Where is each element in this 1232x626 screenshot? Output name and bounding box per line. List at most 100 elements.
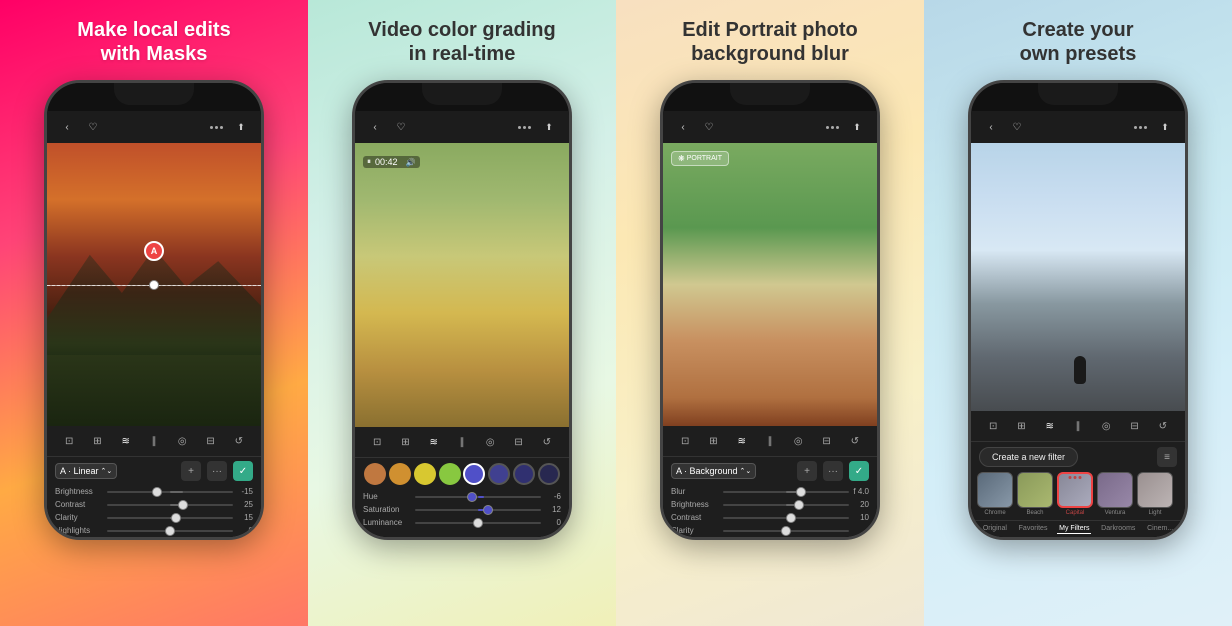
heart-icon-2[interactable]: ♡ — [393, 119, 409, 135]
confirm-btn[interactable]: ✓ — [233, 461, 253, 481]
tab-darkrooms[interactable]: Darkrooms — [1099, 524, 1137, 534]
history-icon-2[interactable]: ↺ — [538, 433, 556, 451]
mask-dot[interactable] — [149, 280, 159, 290]
preset-select[interactable]: A · Linear ⌃⌄ — [55, 463, 117, 479]
edit-icons-row: ⊡ ⊞ ≋ ∥ ◎ ⊟ ↺ — [47, 426, 261, 457]
color-dot-2[interactable] — [389, 463, 411, 485]
tab-cinema[interactable]: Cinem... — [1145, 524, 1175, 534]
luminance-label: Luminance — [363, 518, 411, 527]
create-filter-btn[interactable]: Create a new filter — [979, 447, 1078, 467]
expand-icon[interactable]: ⊞ — [88, 432, 106, 450]
confirm-btn-3[interactable]: ✓ — [849, 461, 869, 481]
color-dot-4[interactable] — [439, 463, 461, 485]
color-dot-6[interactable] — [488, 463, 510, 485]
share-icon-2[interactable]: ⬆ — [541, 119, 557, 135]
clarity-track-3[interactable] — [723, 530, 849, 532]
filter-beach[interactable]: Beach — [1017, 472, 1053, 516]
video-overlay: ⏸ 00:42 🔊 — [363, 151, 561, 173]
more-icon[interactable] — [210, 126, 223, 129]
tune-icon-4[interactable]: ≋ — [1041, 417, 1059, 435]
speaker-icon[interactable]: 🔊 — [406, 158, 416, 167]
crop-icon-4[interactable]: ⊡ — [984, 417, 1002, 435]
color-dot-7[interactable] — [513, 463, 535, 485]
layers-icon-4[interactable]: ⊟ — [1126, 417, 1144, 435]
more-icon-3[interactable] — [826, 126, 839, 129]
crop-icon-2[interactable]: ⊡ — [368, 433, 386, 451]
luminance-value: 0 — [545, 518, 561, 527]
color-dot-5[interactable] — [463, 463, 485, 485]
color-dot-3[interactable] — [414, 463, 436, 485]
filter-light-label: Light — [1148, 510, 1161, 516]
history-icon[interactable]: ↺ — [230, 432, 248, 450]
pause-icon[interactable]: ⏸ — [367, 157, 371, 167]
brightness-track-3[interactable] — [723, 504, 849, 506]
circle-icon-4[interactable]: ◎ — [1097, 417, 1115, 435]
hue-track[interactable] — [415, 496, 541, 498]
more-icon-2[interactable] — [518, 126, 531, 129]
highlights-track[interactable] — [107, 530, 233, 532]
share-icon-3[interactable]: ⬆ — [849, 119, 865, 135]
blur-label: Blur — [671, 487, 719, 496]
back-icon-3[interactable]: ‹ — [675, 119, 691, 135]
layers-icon-2[interactable]: ⊟ — [510, 433, 528, 451]
more-preset-btn-3[interactable]: ··· — [823, 461, 843, 481]
brush-icon[interactable]: ∥ — [145, 432, 163, 450]
tab-my-filters[interactable]: My Filters — [1057, 524, 1091, 534]
color-dot-1[interactable] — [364, 463, 386, 485]
blur-track[interactable] — [723, 491, 849, 493]
history-icon-4[interactable]: ↺ — [1154, 417, 1172, 435]
contrast-track-3[interactable] — [723, 517, 849, 519]
slider-saturation: Saturation 12 — [355, 503, 569, 516]
saturation-track[interactable] — [415, 509, 541, 511]
circle-icon[interactable]: ◎ — [173, 432, 191, 450]
brightness-track[interactable] — [107, 491, 233, 493]
panel-video: Video color grading in real-time ‹ ♡ ⬆ — [308, 0, 616, 626]
share-icon[interactable]: ⬆ — [233, 119, 249, 135]
slider-brightness-3: Brightness 20 — [663, 498, 877, 511]
filter-capital[interactable]: Capital — [1057, 472, 1093, 516]
filter-light[interactable]: Light — [1137, 472, 1173, 516]
history-icon-3[interactable]: ↺ — [846, 432, 864, 450]
brush-icon-3[interactable]: ∥ — [761, 432, 779, 450]
panel-masks: Make local edits with Masks ‹ ♡ ⬆ — [0, 0, 308, 626]
add-preset-btn-3[interactable]: + — [797, 461, 817, 481]
mask-control-point[interactable]: A — [144, 241, 164, 261]
tab-favorites[interactable]: Favorites — [1017, 524, 1050, 534]
phone-masks: ‹ ♡ ⬆ A — [44, 80, 264, 540]
circle-icon-3[interactable]: ◎ — [789, 432, 807, 450]
expand-icon-3[interactable]: ⊞ — [704, 432, 722, 450]
heart-icon[interactable]: ♡ — [85, 119, 101, 135]
filter-ventura[interactable]: Ventura — [1097, 472, 1133, 516]
expand-icon-2[interactable]: ⊞ — [396, 433, 414, 451]
luminance-track[interactable] — [415, 522, 541, 524]
tune-icon-3[interactable]: ≋ — [733, 432, 751, 450]
brush-icon-4[interactable]: ∥ — [1069, 417, 1087, 435]
tune-icon-2[interactable]: ≋ — [425, 433, 443, 451]
layers-icon-3[interactable]: ⊟ — [818, 432, 836, 450]
back-icon[interactable]: ‹ — [59, 119, 75, 135]
more-preset-btn[interactable]: ··· — [207, 461, 227, 481]
filter-chrome[interactable]: Chrome — [977, 472, 1013, 516]
back-icon-2[interactable]: ‹ — [367, 119, 383, 135]
share-icon-4[interactable]: ⬆ — [1157, 119, 1173, 135]
color-wheels-row — [355, 458, 569, 490]
add-preset-btn[interactable]: + — [181, 461, 201, 481]
preset-row: A · Linear ⌃⌄ + ··· ✓ — [47, 457, 261, 485]
heart-icon-4[interactable]: ♡ — [1009, 119, 1025, 135]
clarity-track[interactable] — [107, 517, 233, 519]
heart-icon-3[interactable]: ♡ — [701, 119, 717, 135]
preset-select-3[interactable]: A · Background ⌃⌄ — [671, 463, 756, 479]
list-btn[interactable]: ≡ — [1157, 447, 1177, 467]
brush-icon-2[interactable]: ∥ — [453, 433, 471, 451]
more-icon-4[interactable] — [1134, 126, 1147, 129]
crop-icon[interactable]: ⊡ — [60, 432, 78, 450]
back-icon-4[interactable]: ‹ — [983, 119, 999, 135]
tab-original[interactable]: Original — [981, 524, 1009, 534]
layers-icon[interactable]: ⊟ — [202, 432, 220, 450]
tune-icon[interactable]: ≋ — [117, 432, 135, 450]
color-dot-8[interactable] — [538, 463, 560, 485]
contrast-track[interactable] — [107, 504, 233, 506]
circle-icon-2[interactable]: ◎ — [481, 433, 499, 451]
crop-icon-3[interactable]: ⊡ — [676, 432, 694, 450]
expand-icon-4[interactable]: ⊞ — [1012, 417, 1030, 435]
